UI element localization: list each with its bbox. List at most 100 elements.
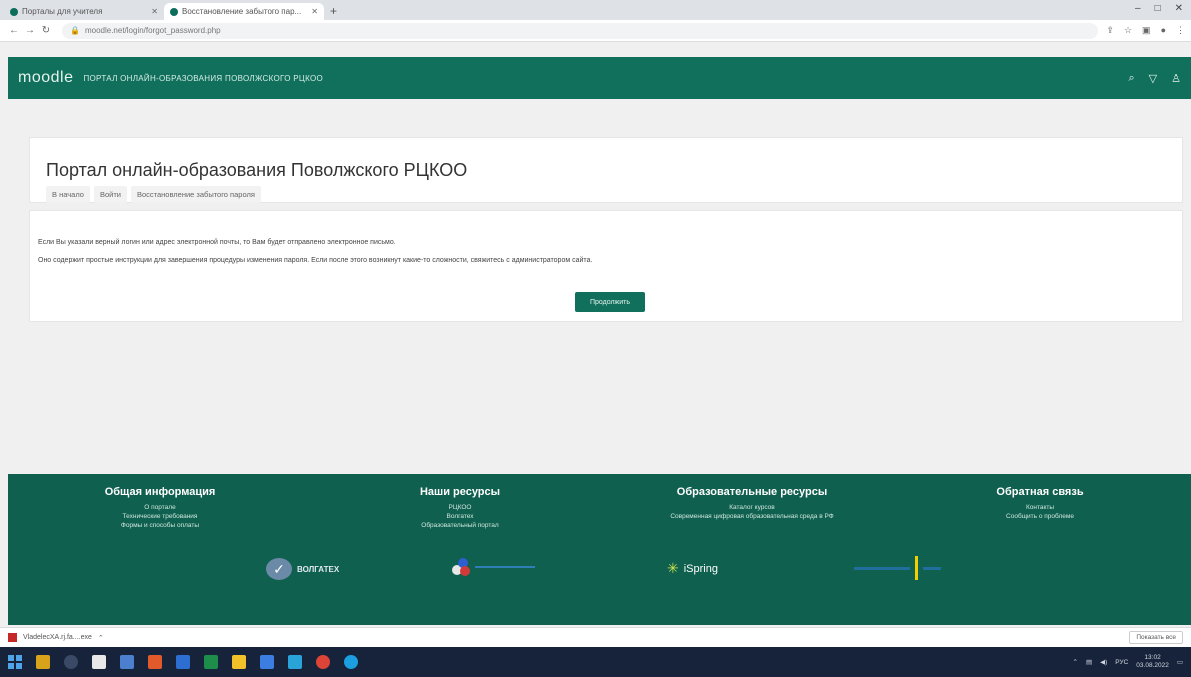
- content-panel: Если Вы указали верный логин или адрес э…: [29, 210, 1183, 322]
- address-bar: ← → ↻ 🔒 moodle.net/login/forgot_password…: [0, 20, 1191, 42]
- close-tab-icon[interactable]: ✕: [151, 7, 158, 16]
- minimize-button[interactable]: –: [1135, 3, 1141, 14]
- network-icon[interactable]: ▤: [1086, 658, 1092, 666]
- file-icon: [8, 633, 17, 642]
- edge-icon[interactable]: [344, 655, 358, 669]
- clock[interactable]: 13:02 03.08.2022: [1136, 654, 1169, 670]
- footer-link[interactable]: Современная цифровая образовательная сре…: [602, 512, 902, 521]
- chrome-icon[interactable]: [316, 655, 330, 669]
- download-item[interactable]: VladelecXA.rj.fa....exe: [23, 634, 92, 641]
- browser-tab-bar: Порталы для учителя ✕ Восстановление заб…: [0, 0, 1191, 20]
- instruction-message: Оно содержит простые инструкции для заве…: [38, 257, 593, 264]
- checkmark-icon: ✓: [266, 558, 292, 580]
- tray-chevron-icon[interactable]: ⌃: [1072, 658, 1077, 666]
- header-icons: ⌕ ▽ ♙: [1128, 72, 1181, 85]
- share-icon[interactable]: ⇪: [1106, 25, 1114, 36]
- rckoo-logo[interactable]: [452, 558, 535, 576]
- footer-link[interactable]: РЦКОО: [390, 503, 530, 512]
- favicon-icon: [10, 7, 18, 16]
- footer-heading: Образовательные ресурсы: [676, 486, 828, 498]
- spark-icon: ✳: [667, 560, 679, 576]
- clock-time: 13:02: [1144, 654, 1161, 661]
- browser-toolbar: ⇪ ☆ ▣ ● ⋮: [1106, 25, 1185, 36]
- volume-icon[interactable]: ◀): [1100, 658, 1107, 666]
- ispring-label: iSpring: [683, 562, 718, 575]
- profile-icon[interactable]: ●: [1161, 25, 1166, 36]
- word-icon[interactable]: [176, 655, 190, 669]
- search-taskbar-icon[interactable]: [64, 655, 78, 669]
- close-window-button[interactable]: ✕: [1175, 3, 1183, 14]
- footer-link[interactable]: Каталог курсов: [602, 503, 902, 512]
- continue-button[interactable]: Продолжить: [575, 292, 645, 312]
- filter-icon[interactable]: ▽: [1149, 72, 1157, 85]
- footer-heading: Обратная связь: [996, 486, 1084, 498]
- url-text: moodle.net/login/forgot_password.php: [84, 26, 221, 35]
- notifications-icon[interactable]: ▭: [1177, 658, 1183, 666]
- downloads-bar: VladelecXA.rj.fa....exe ⌃ Показать все: [0, 627, 1191, 647]
- tab-title: Порталы для учителя: [22, 7, 103, 16]
- back-arrow-icon[interactable]: ←: [6, 25, 22, 36]
- system-tray: ⌃ ▤ ◀) РУС 13:02 03.08.2022 ▭: [1072, 654, 1183, 670]
- show-all-button[interactable]: Показать все: [1129, 631, 1183, 644]
- divider-bar-icon: [915, 556, 918, 580]
- site-footer: Общая информация О портале Технические т…: [8, 474, 1191, 625]
- search-icon[interactable]: ⌕: [1128, 72, 1134, 85]
- maximize-button[interactable]: □: [1155, 3, 1161, 14]
- footer-column-edu-resources: Образовательные ресурсы Каталог курсов С…: [602, 486, 902, 521]
- footer-link[interactable]: О портале: [70, 503, 250, 512]
- window-controls: – □ ✕: [1135, 3, 1183, 14]
- user-icon[interactable]: ♙: [1171, 72, 1181, 85]
- ispring-logo[interactable]: ✳ iSpring: [667, 560, 718, 577]
- language-indicator[interactable]: РУС: [1115, 659, 1128, 666]
- partner-logo-4[interactable]: [854, 556, 941, 580]
- page-title: Портал онлайн-образования Поволжского РЦ…: [46, 160, 468, 180]
- tab-title: Восстановление забытого пар...: [182, 7, 302, 16]
- new-tab-button[interactable]: +: [324, 3, 343, 20]
- browser-tab-0[interactable]: Порталы для учителя ✕: [4, 3, 164, 20]
- excel-icon[interactable]: [204, 655, 218, 669]
- footer-column-resources: Наши ресурсы РЦКОО Волгатех Образователь…: [390, 486, 530, 530]
- reload-icon[interactable]: ↻: [38, 25, 54, 36]
- menu-icon[interactable]: ⋮: [1176, 25, 1185, 36]
- volgatech-logo[interactable]: ✓ ВОЛГАТЕХ: [266, 558, 339, 580]
- footer-heading: Общая информация: [104, 486, 216, 498]
- url-field[interactable]: 🔒 moodle.net/login/forgot_password.php: [62, 22, 1099, 39]
- breadcrumb-login[interactable]: Войти: [93, 186, 127, 203]
- browser-tab-1[interactable]: Восстановление забытого пар... ✕: [164, 3, 324, 20]
- wordmark-suffix-icon: [923, 566, 941, 570]
- breadcrumb-current: Восстановление забытого пароля: [130, 186, 261, 203]
- confirmation-message: Если Вы указали верный логин или адрес э…: [38, 239, 396, 246]
- extensions-icon[interactable]: ▣: [1142, 25, 1151, 36]
- footer-link[interactable]: Волгатех: [390, 512, 530, 521]
- rckoo-wordmark-icon: [475, 566, 535, 568]
- footer-heading: Наши ресурсы: [419, 486, 501, 498]
- footer-link[interactable]: Контакты: [970, 503, 1110, 512]
- footer-link[interactable]: Формы и способы оплаты: [70, 521, 250, 530]
- file-explorer-icon[interactable]: [36, 655, 50, 669]
- folder-icon[interactable]: [232, 655, 246, 669]
- breadcrumb: В начало Войти Восстановление забытого п…: [46, 186, 261, 203]
- mail-icon[interactable]: [260, 655, 274, 669]
- footer-column-feedback: Обратная связь Контакты Сообщить о пробл…: [970, 486, 1110, 521]
- lock-icon: 🔒: [70, 26, 80, 35]
- clock-date: 03.08.2022: [1136, 662, 1169, 669]
- portal-name[interactable]: ПОРТАЛ ОНЛАЙН-ОБРАЗОВАНИЯ ПОВОЛЖСКОГО РЦ…: [83, 74, 323, 83]
- app-icon[interactable]: [120, 655, 134, 669]
- footer-link[interactable]: Технические требования: [70, 512, 250, 521]
- forward-arrow-icon[interactable]: →: [22, 25, 38, 36]
- moodle-logo[interactable]: moodle: [18, 69, 73, 87]
- chevron-up-icon[interactable]: ⌃: [98, 634, 104, 642]
- powerpoint-icon[interactable]: [148, 655, 162, 669]
- close-tab-icon[interactable]: ✕: [311, 7, 318, 16]
- notepad-icon[interactable]: [92, 655, 106, 669]
- windows-start-icon[interactable]: [8, 655, 22, 669]
- telegram-icon[interactable]: [288, 655, 302, 669]
- breadcrumb-home[interactable]: В начало: [46, 186, 90, 203]
- site-header: moodle ПОРТАЛ ОНЛАЙН-ОБРАЗОВАНИЯ ПОВОЛЖС…: [8, 57, 1191, 99]
- footer-link[interactable]: Образовательный портал: [390, 521, 530, 530]
- partner-logos: ✓ ВОЛГАТЕХ ✳ iSpring: [8, 556, 1191, 586]
- footer-link[interactable]: Сообщить о проблеме: [970, 512, 1110, 521]
- page-header: Портал онлайн-образования Поволжского РЦ…: [29, 137, 1183, 203]
- rckoo-mark-icon: [452, 558, 470, 576]
- star-icon[interactable]: ☆: [1124, 25, 1132, 36]
